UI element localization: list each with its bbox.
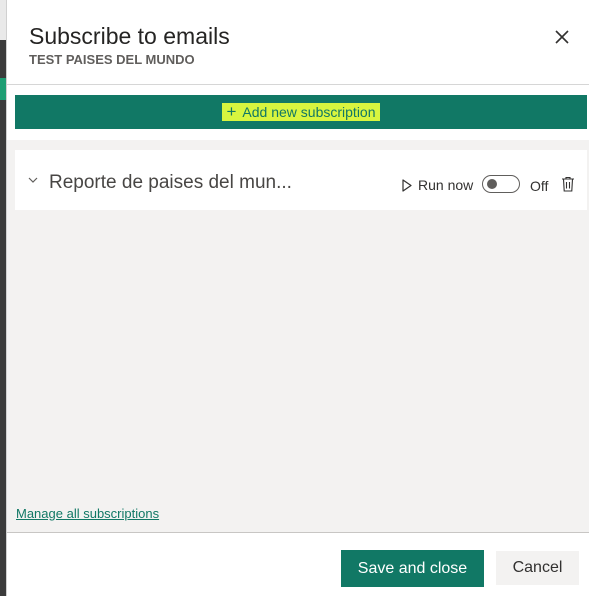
subscriptions-list: Reporte de paises del mun... Run now Off	[7, 140, 589, 532]
subscription-name: Reporte de paises del mun...	[49, 172, 292, 193]
add-subscription-button[interactable]: + Add new subscription	[15, 95, 587, 129]
toggle-state-label: Off	[530, 178, 549, 194]
play-icon	[402, 178, 412, 192]
close-icon	[555, 30, 569, 44]
close-button[interactable]	[552, 27, 572, 47]
run-now-button[interactable]: Run now	[401, 177, 473, 193]
cancel-button[interactable]: Cancel	[496, 551, 579, 585]
add-subscription-label: Add new subscription	[242, 104, 376, 120]
subscription-item[interactable]: Reporte de paises del mun... Run now Off	[15, 150, 587, 210]
chevron-down-icon[interactable]	[27, 174, 39, 186]
dialog-footer: Save and close Cancel	[7, 532, 589, 596]
save-and-close-button[interactable]: Save and close	[341, 550, 484, 587]
manage-subscriptions-link[interactable]: Manage all subscriptions	[16, 506, 159, 521]
toggle-knob	[487, 179, 497, 189]
run-now-label: Run now	[418, 177, 474, 193]
report-name: TEST PAISES DEL MUNDO	[29, 52, 195, 67]
subscribe-dialog: Subscribe to emails TEST PAISES DEL MUND…	[6, 0, 589, 596]
add-subscription-content: + Add new subscription	[222, 102, 380, 121]
dialog-header: Subscribe to emails TEST PAISES DEL MUND…	[7, 0, 589, 85]
delete-button[interactable]	[561, 176, 577, 194]
trash-icon	[562, 176, 574, 192]
dialog-title: Subscribe to emails	[29, 23, 230, 49]
subscription-toggle[interactable]	[482, 175, 520, 193]
plus-icon: +	[226, 102, 237, 121]
